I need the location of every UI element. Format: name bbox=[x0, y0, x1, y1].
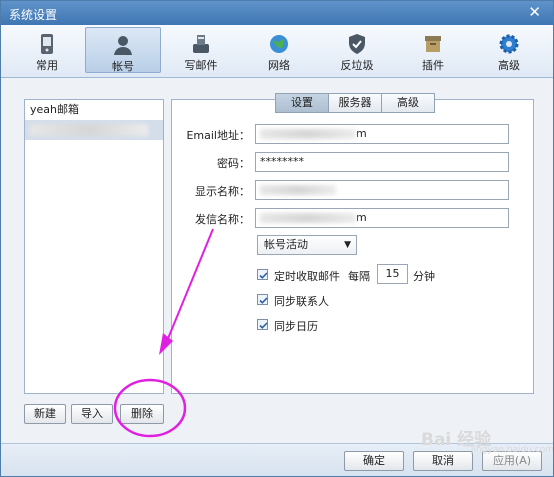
account-settings-panel: 设置 服务器 高级 Email地址： m 密码： ******** 显示名称： … bbox=[171, 93, 534, 394]
interval-prefix: 每隔 bbox=[348, 270, 370, 283]
cancel-button[interactable]: 取消 bbox=[413, 451, 473, 471]
ok-button[interactable]: 确定 bbox=[344, 451, 404, 471]
account-item-yeah[interactable]: yeah邮箱 bbox=[25, 100, 163, 120]
settings-window: 系统设置 ✕ 常用 帐号 写邮件 网络 反垃圾 插件 高级 yeah邮箱 新建 … bbox=[0, 0, 554, 477]
toolbar-item-account[interactable]: 帐号 bbox=[85, 27, 161, 73]
toolbar-label: 反垃圾 bbox=[340, 59, 374, 72]
toolbar-item-network[interactable]: 网络 bbox=[241, 27, 317, 73]
tab-settings[interactable]: 设置 bbox=[275, 93, 329, 113]
redacted-account bbox=[30, 124, 148, 136]
tab-advanced[interactable]: 高级 bbox=[381, 93, 435, 113]
redacted-display-name bbox=[260, 185, 336, 195]
toolbar-item-compose[interactable]: 写邮件 bbox=[163, 27, 239, 73]
toolbar-item-antispam[interactable]: 反垃圾 bbox=[319, 27, 395, 73]
sync-calendar-label: 同步日历 bbox=[274, 320, 318, 333]
interval-input[interactable]: 15 bbox=[377, 264, 408, 284]
account-status-value: 帐号活动 bbox=[264, 238, 308, 251]
toolbar-label: 帐号 bbox=[112, 60, 134, 73]
sender-name-label: 发信名称： bbox=[195, 213, 250, 226]
category-toolbar: 常用 帐号 写邮件 网络 反垃圾 插件 高级 bbox=[1, 25, 553, 78]
settings-tabs: 设置 服务器 高级 bbox=[275, 93, 435, 113]
auto-receive-checkbox[interactable] bbox=[257, 269, 268, 280]
sync-calendar-checkbox[interactable] bbox=[257, 319, 268, 330]
toolbar-item-advanced[interactable]: 高级 bbox=[471, 27, 547, 73]
chevron-down-icon: ▼ bbox=[344, 240, 351, 250]
title-bar: 系统设置 ✕ bbox=[1, 1, 553, 25]
toolbar-label: 插件 bbox=[422, 59, 444, 72]
compose-icon bbox=[163, 31, 239, 57]
password-field[interactable]: ******** bbox=[255, 152, 509, 172]
sender-name-suffix: m bbox=[356, 211, 367, 224]
sync-contacts-checkbox[interactable] bbox=[257, 294, 268, 305]
window-title: 系统设置 bbox=[9, 8, 58, 22]
email-field[interactable]: m bbox=[255, 124, 509, 144]
redacted-sender-name bbox=[260, 213, 356, 223]
box-icon bbox=[395, 31, 471, 57]
close-icon[interactable]: ✕ bbox=[528, 3, 541, 21]
tab-server[interactable]: 服务器 bbox=[328, 93, 382, 113]
account-label: yeah邮箱 bbox=[30, 103, 79, 116]
globe-icon bbox=[241, 31, 317, 57]
shield-icon bbox=[319, 31, 395, 57]
interval-unit: 分钟 bbox=[413, 270, 435, 283]
sync-contacts-label: 同步联系人 bbox=[274, 295, 329, 308]
toolbar-label: 高级 bbox=[498, 59, 520, 72]
account-item-selected[interactable] bbox=[25, 120, 163, 140]
toolbar-label: 网络 bbox=[268, 59, 290, 72]
email-label: Email地址： bbox=[186, 129, 250, 142]
email-suffix: m bbox=[356, 127, 367, 140]
redacted-email bbox=[260, 129, 356, 139]
watermark-url: jingyan.baidu.com bbox=[471, 445, 554, 455]
auto-receive-label: 定时收取邮件 bbox=[274, 270, 340, 283]
toolbar-label: 常用 bbox=[36, 59, 58, 72]
import-account-button[interactable]: 导入 bbox=[71, 404, 113, 424]
toolbar-label: 写邮件 bbox=[184, 59, 218, 72]
account-status-select[interactable]: 帐号活动 ▼ bbox=[257, 235, 357, 255]
toolbar-item-plugins[interactable]: 插件 bbox=[395, 27, 471, 73]
sender-name-field[interactable]: m bbox=[255, 208, 509, 228]
password-label: 密码： bbox=[217, 157, 250, 170]
account-list: yeah邮箱 bbox=[24, 99, 164, 394]
new-account-button[interactable]: 新建 bbox=[24, 404, 66, 424]
display-name-field[interactable] bbox=[255, 180, 509, 200]
phone-icon bbox=[9, 31, 85, 57]
gear-icon bbox=[471, 31, 547, 57]
display-name-label: 显示名称： bbox=[195, 185, 250, 198]
delete-account-button[interactable]: 删除 bbox=[120, 404, 164, 424]
toolbar-item-general[interactable]: 常用 bbox=[9, 27, 85, 73]
user-icon bbox=[86, 32, 160, 58]
